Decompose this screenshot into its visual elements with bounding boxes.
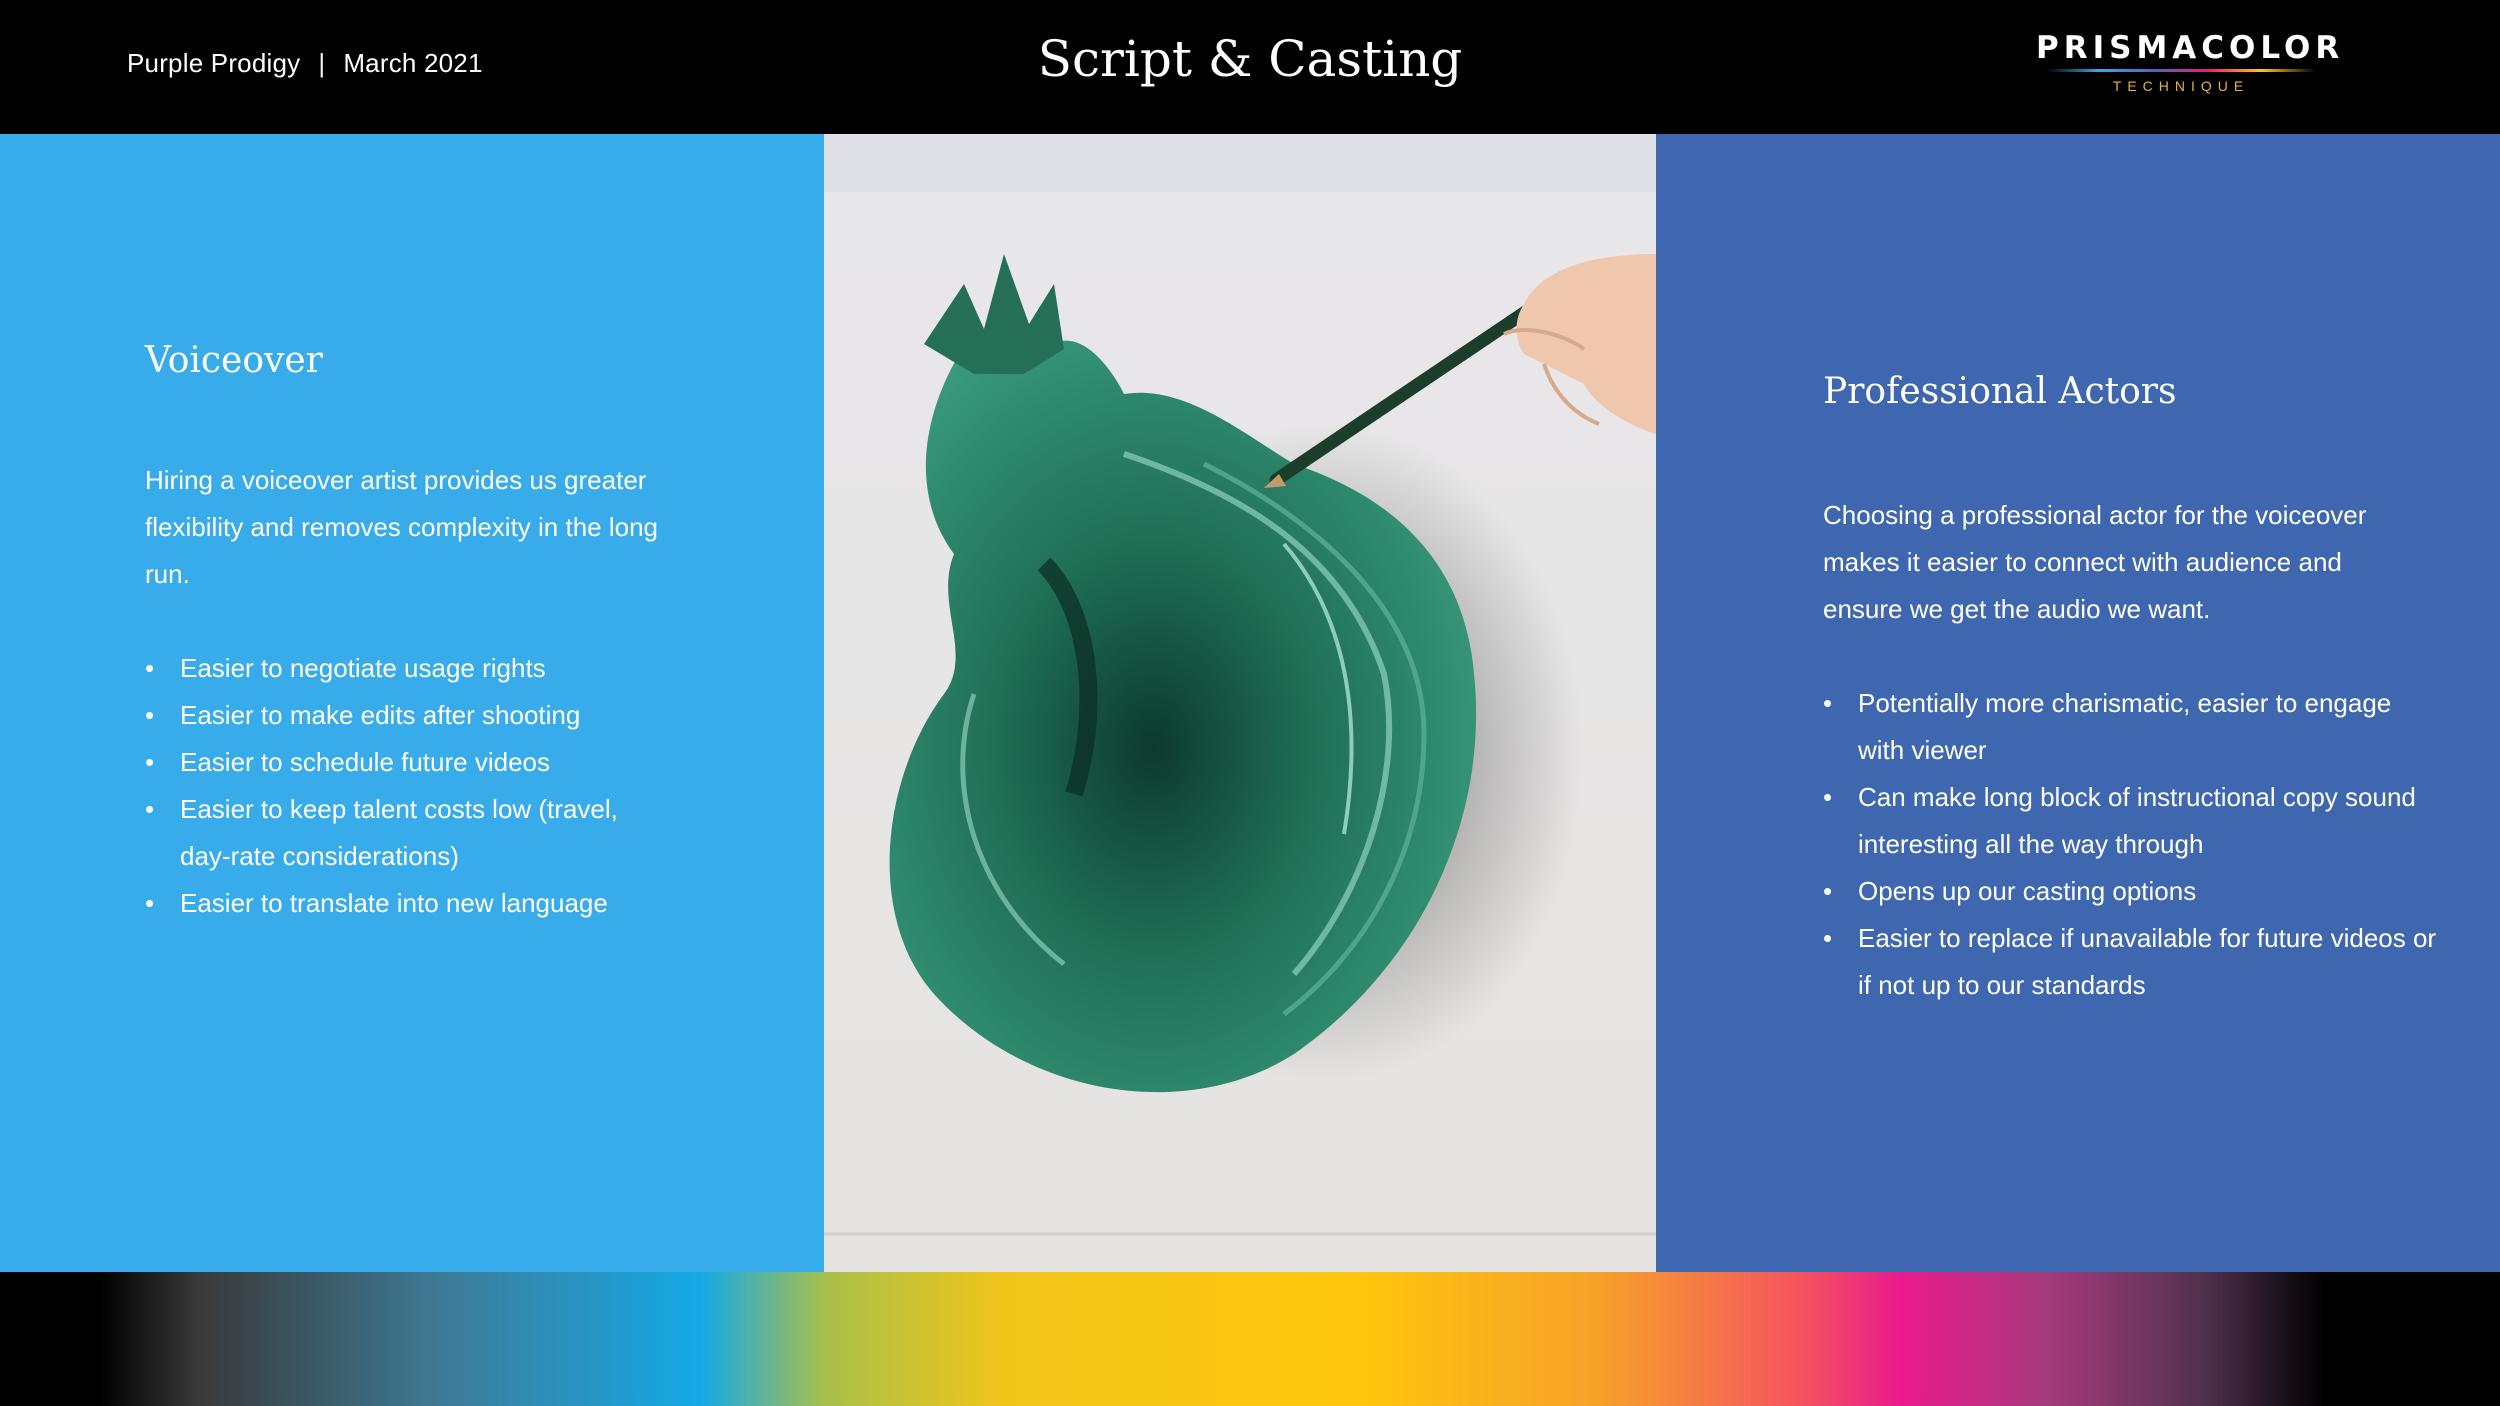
center-illustration [824,134,1656,1272]
professional-actors-bullet-list: Potentially more charismatic, easier to … [1823,680,2438,1009]
professional-actors-panel: Professional Actors Choosing a professio… [1656,134,2500,1272]
professional-actors-heading: Professional Actors [1823,371,2177,412]
header-bar: Purple Prodigy | March 2021 Script & Cas… [0,0,2500,134]
logo-brand-text: PRISMACOLOR [2036,30,2345,66]
voiceover-heading: Voiceover [145,340,323,381]
list-item: Easier to translate into new language [145,880,725,927]
voiceover-paragraph: Hiring a voiceover artist provides us gr… [145,465,659,589]
green-paint-drawing-image [824,134,1656,1272]
list-item: Easier to make edits after shooting [145,692,725,739]
list-item: Easier to replace if unavailable for fut… [1823,915,2438,1009]
voiceover-bullet-list: Easier to negotiate usage rights Easier … [145,645,725,927]
rainbow-footer-band [0,1272,2500,1406]
list-item: Easier to schedule future videos [145,739,725,786]
list-item: Can make long block of instructional cop… [1823,774,2438,868]
logo-rainbow-rule [2046,69,2316,72]
list-item: Easier to keep talent costs low (travel,… [145,786,650,880]
prismacolor-logo: PRISMACOLOR TECHNIQUE [2036,30,2345,94]
list-item: Easier to negotiate usage rights [145,645,725,692]
list-item: Potentially more charismatic, easier to … [1823,680,2438,774]
professional-actors-paragraph: Choosing a professional actor for the vo… [1823,500,2367,624]
list-item: Opens up our casting options [1823,868,2438,915]
logo-tagline: TECHNIQUE [2112,78,2250,94]
voiceover-panel: Voiceover Hiring a voiceover artist prov… [0,134,824,1272]
